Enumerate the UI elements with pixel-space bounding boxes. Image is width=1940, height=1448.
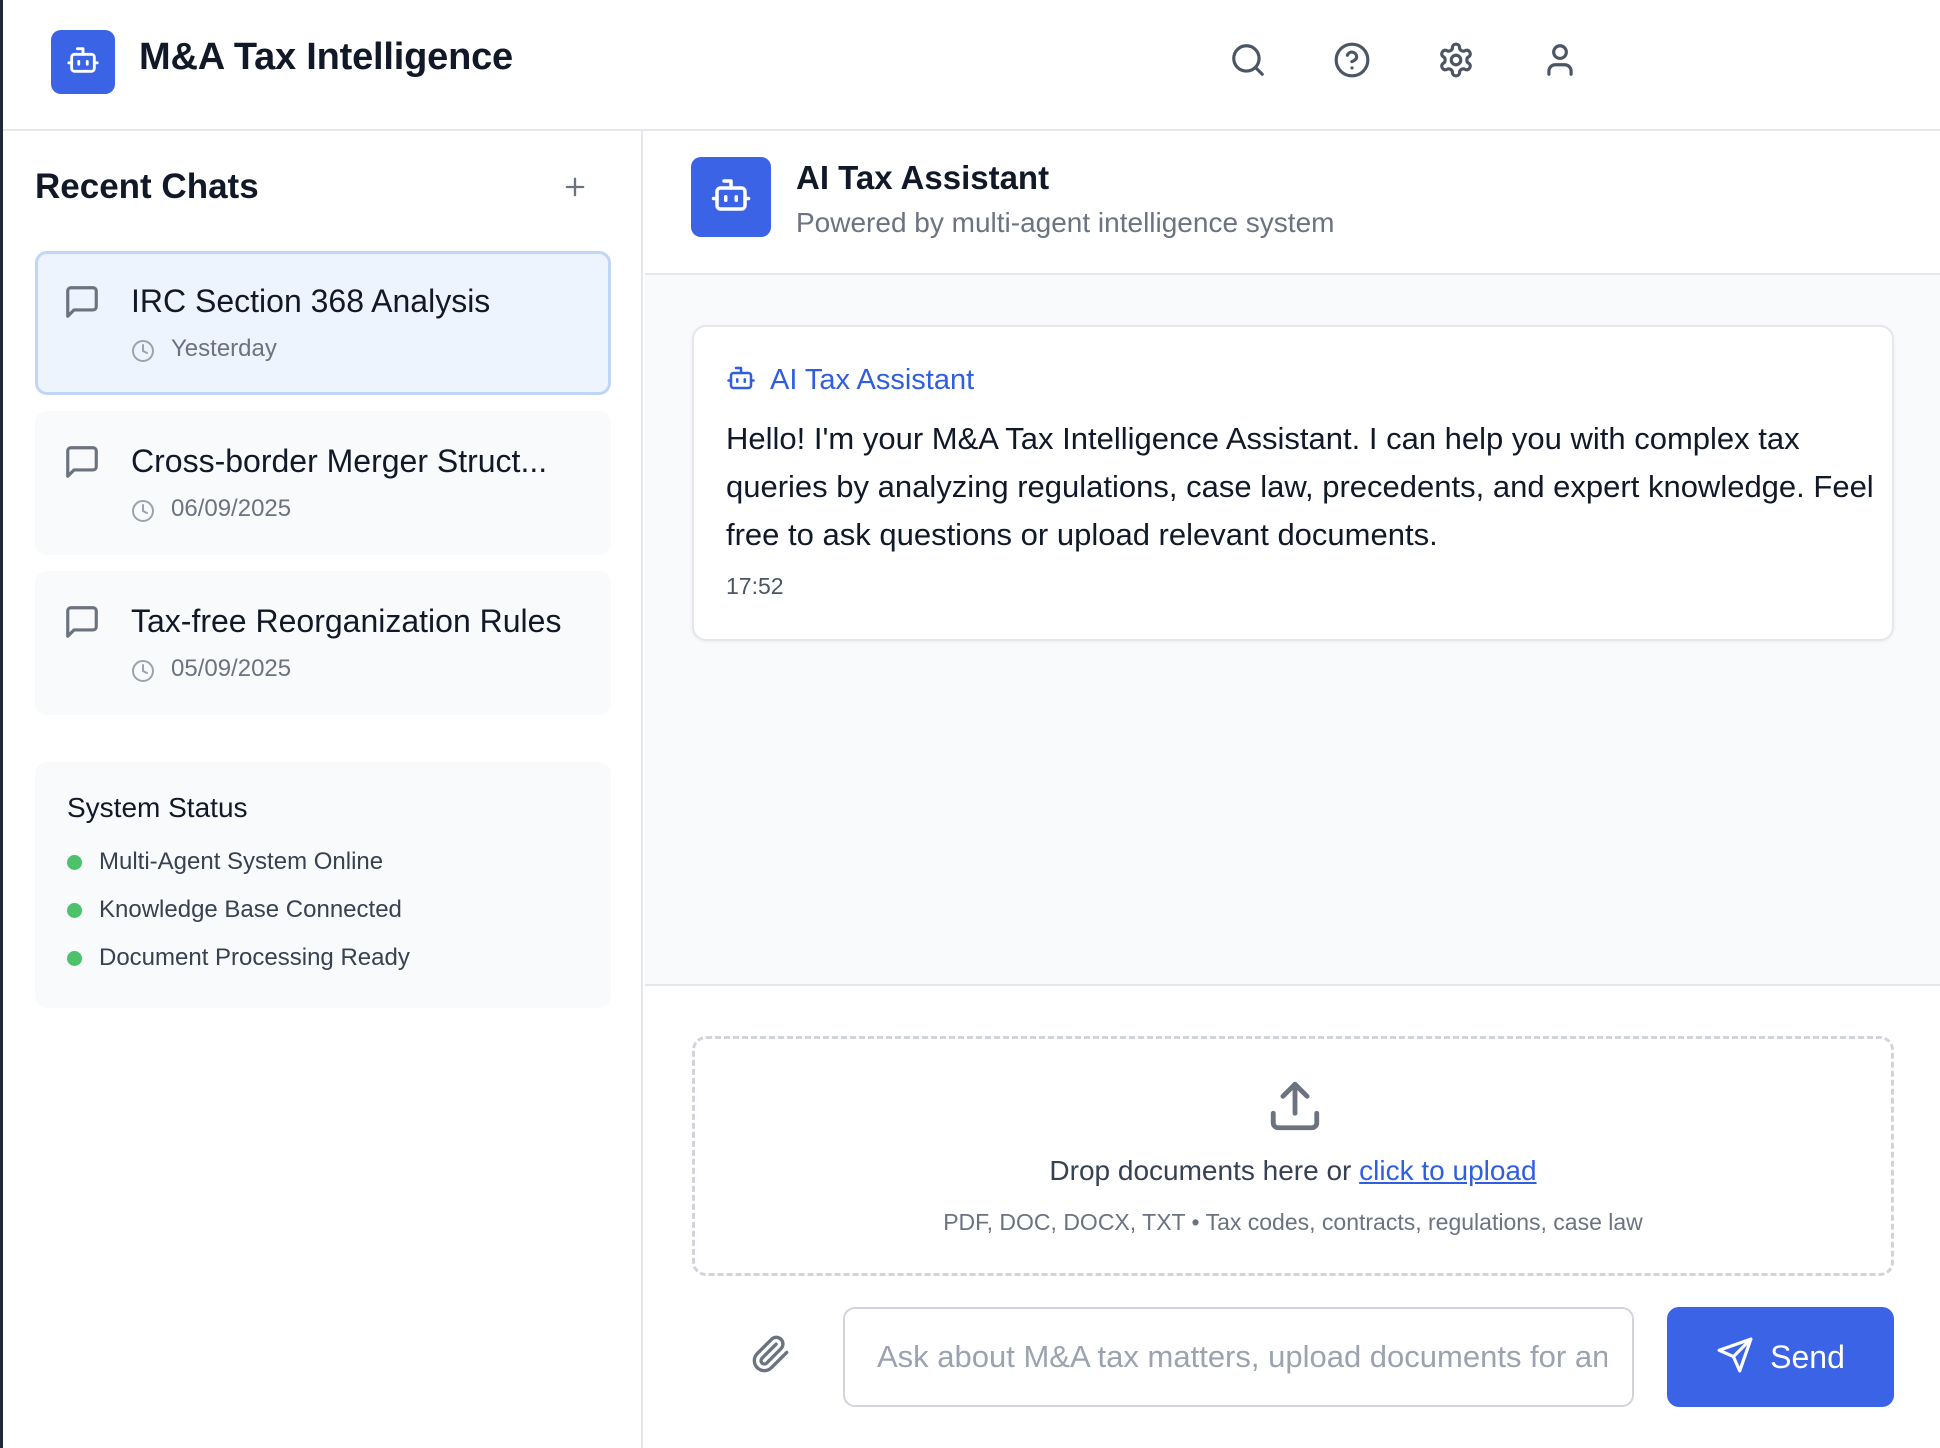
app-logo [51, 30, 115, 94]
status-online-dot [67, 950, 82, 966]
user-icon[interactable] [1538, 38, 1582, 82]
status-online-dot [67, 902, 82, 918]
search-icon[interactable] [1226, 38, 1270, 82]
status-item-label: Document Processing Ready [99, 944, 410, 971]
recent-chats-heading: Recent Chats [35, 167, 259, 206]
chat-item-date: Yesterday [171, 335, 277, 362]
attach-button[interactable] [741, 1326, 801, 1386]
message-square-icon [63, 283, 101, 326]
message-square-icon [63, 443, 101, 486]
app-title: M&A Tax Intelligence [139, 36, 513, 78]
message-sender: AI Tax Assistant [726, 363, 974, 398]
top-bar: M&A Tax Intelligence [3, 0, 1940, 131]
chat-item-cross-border[interactable]: Cross-border Merger Struct... 06/09/2025 [35, 411, 611, 555]
chat-item-title: IRC Section 368 Analysis [131, 283, 491, 319]
upload-instructions: Drop documents here or click to upload [695, 1155, 1891, 1187]
clock-icon [131, 499, 155, 528]
upload-dropzone[interactable]: Drop documents here or click to upload P… [692, 1036, 1894, 1276]
status-online-dot [67, 854, 82, 870]
message-input[interactable] [877, 1335, 1607, 1379]
status-item-label: Knowledge Base Connected [99, 896, 402, 923]
chat-item-title: Cross-border Merger Struct... [131, 443, 548, 479]
send-icon [1716, 1336, 1754, 1379]
message-square-icon [63, 603, 101, 646]
sidebar: Recent Chats IRC Section 368 Analysis Ye… [3, 131, 643, 1448]
send-button[interactable]: Send [1667, 1307, 1894, 1407]
system-status-heading: System Status [67, 792, 248, 823]
robot-icon [66, 43, 100, 82]
robot-icon [726, 363, 756, 398]
send-button-label: Send [1770, 1338, 1845, 1375]
paperclip-icon [751, 1334, 791, 1379]
message-timestamp: 17:52 [726, 573, 784, 599]
status-item: Knowledge Base Connected [67, 896, 402, 924]
assistant-message: AI Tax Assistant Hello! I'm your M&A Tax… [692, 325, 1894, 641]
status-item-label: Multi-Agent System Online [99, 848, 384, 875]
upload-text: Drop documents here or [1049, 1155, 1360, 1186]
help-circle-icon[interactable] [1330, 38, 1374, 82]
chat-subtitle: Powered by multi-agent intelligence syst… [796, 207, 1335, 238]
chat-item-irc-368[interactable]: IRC Section 368 Analysis Yesterday [35, 251, 611, 395]
upload-icon [1266, 1077, 1324, 1140]
message-sender-name: AI Tax Assistant [770, 364, 975, 396]
status-item: Multi-Agent System Online [67, 848, 383, 876]
gear-icon[interactable] [1434, 38, 1478, 82]
chat-title: AI Tax Assistant [796, 159, 1050, 196]
chat-header: AI Tax Assistant Powered by multi-agent … [645, 131, 1940, 275]
chat-item-date: 06/09/2025 [171, 495, 292, 522]
robot-icon [710, 174, 752, 221]
chat-item-title: Tax-free Reorganization Rules [131, 603, 562, 639]
upload-file-types: PDF, DOC, DOCX, TXT • Tax codes, contrac… [943, 1209, 1643, 1235]
clock-icon [131, 659, 155, 688]
new-chat-button[interactable] [553, 167, 597, 211]
plus-icon [561, 173, 589, 206]
clock-icon [131, 339, 155, 368]
message-text: Hello! I'm your M&A Tax Intelligence Ass… [726, 421, 1874, 552]
composer-area: Drop documents here or click to upload P… [645, 984, 1940, 1448]
click-to-upload-link[interactable]: click to upload [1359, 1155, 1536, 1186]
system-status-card: System Status Multi-Agent System Online … [35, 762, 611, 1008]
chat-panel: AI Tax Assistant Powered by multi-agent … [645, 131, 1940, 1448]
chat-item-date: 05/09/2025 [171, 655, 292, 682]
assistant-avatar [691, 157, 771, 237]
message-input-container [843, 1307, 1634, 1407]
chat-item-tax-free-reorg[interactable]: Tax-free Reorganization Rules 05/09/2025 [35, 571, 611, 715]
status-item: Document Processing Ready [67, 944, 410, 972]
